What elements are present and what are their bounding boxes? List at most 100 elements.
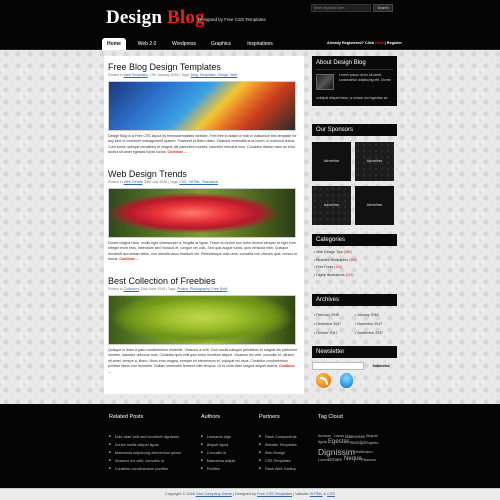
css-link[interactable]: CSS xyxy=(327,492,335,496)
archive-item[interactable]: • October 2047 xyxy=(314,331,337,335)
nav-graphics[interactable]: Graphics xyxy=(204,38,238,50)
tag-link[interactable]: Sapien xyxy=(366,440,378,445)
post-title[interactable]: Best Collection of Freebies xyxy=(108,276,300,286)
archive-item[interactable]: • December 2047 xyxy=(314,322,341,326)
search-button[interactable]: Search xyxy=(373,4,393,12)
category-item[interactable]: • Digital Illustrations (115) xyxy=(312,272,397,280)
post-body: Quisque in diam a justo condimentum mole… xyxy=(108,348,298,375)
partner-link[interactable]: CSS Templates xyxy=(259,458,291,463)
register-link[interactable]: Register xyxy=(387,41,402,45)
post-category-link[interactable]: Web Templates xyxy=(124,73,148,77)
archive-item[interactable]: • January 2048 xyxy=(355,313,378,317)
login-link[interactable]: Here xyxy=(375,41,383,45)
flower-image xyxy=(108,188,296,238)
category-count: (560) xyxy=(343,250,352,254)
tag-link[interactable]: Vestibulum xyxy=(354,450,373,454)
newsletter-title: Newsletter xyxy=(312,346,397,358)
related-post-link[interactable]: Vivamus leo velit, convallis id xyxy=(109,458,164,463)
tag-link[interactable]: Rhoncus xyxy=(361,458,376,462)
search-input[interactable]: Enter keyword here... xyxy=(311,4,371,12)
tag-link[interactable]: Suscipit xyxy=(350,440,366,445)
author-link[interactable]: Maecenas adipis xyxy=(201,458,236,463)
post-meta: Posted in Web Trends, 28th July 2046 | T… xyxy=(108,180,300,185)
archive-label: February 2048 xyxy=(316,313,339,317)
partner-link[interactable]: Web Design xyxy=(259,450,286,455)
tag-link[interactable]: Aenean xyxy=(318,434,331,438)
partner-link[interactable]: Flash Components xyxy=(259,434,297,439)
post-title[interactable]: Free Blog Design Templates xyxy=(108,62,300,72)
ad-slot[interactable]: Advertise xyxy=(312,186,351,225)
nav-inspirations[interactable]: Inspirations xyxy=(240,38,280,50)
about-text: Lorem ipsum dolor sit amet, consectetur … xyxy=(339,73,392,82)
newsletter-email-input[interactable] xyxy=(312,362,364,370)
category-name: Beautiful Wallpapers xyxy=(316,257,350,262)
xhtml-link[interactable]: XHTML xyxy=(310,492,323,496)
archive-item[interactable]: • February 2048 xyxy=(314,313,339,317)
continue-link[interactable]: Continue ... xyxy=(168,150,188,154)
copyright-text: Copyright © 2046 Your Company Name | Des… xyxy=(0,492,500,496)
tag-link[interactable]: Lacus xyxy=(334,434,344,438)
logo-text: Design xyxy=(106,7,168,28)
about-thumbnail xyxy=(316,74,334,90)
archive-item[interactable]: • September 2047 xyxy=(355,331,383,335)
meta-prefix: Posted in xyxy=(108,180,124,184)
archive-label: November 2047 xyxy=(357,322,383,326)
copyright-prefix: Copyright © 2046 xyxy=(165,492,196,496)
related-post-link[interactable]: Curabitur condimentum porttitor xyxy=(109,466,168,471)
category-item[interactable]: • Beautiful Wallpapers (590) xyxy=(312,257,397,265)
post-tags-link[interactable]: Photos, Photography, Free Stuff xyxy=(177,287,227,291)
company-link[interactable]: Your Company Name xyxy=(196,492,232,496)
ad-slot[interactable]: Advertise xyxy=(355,142,394,181)
rss-icon[interactable] xyxy=(316,373,331,388)
registration-line: Already Registered? Click Here | Registe… xyxy=(327,41,402,45)
registration-prefix: Already Registered? Click xyxy=(327,41,376,45)
tag-link[interactable]: Aliquet xyxy=(366,434,378,438)
partner-link[interactable]: Flash Web Gallery xyxy=(259,466,296,471)
blog-post: Web Design Trends Posted in Web Trends, … xyxy=(108,169,300,276)
tag-link[interactable]: Ornare xyxy=(328,457,342,462)
continue-link[interactable]: Continue ... xyxy=(119,257,139,261)
related-posts-title: Related Posts xyxy=(109,414,144,420)
category-item[interactable]: • Web Design Tips (560) xyxy=(312,249,397,257)
category-name: Digital Illustrations xyxy=(316,272,346,277)
authors-title: Authors xyxy=(201,414,220,420)
post-tags-link[interactable]: Blog, Templates, Design, Web xyxy=(191,73,238,77)
author-link[interactable]: Aliquet ligula xyxy=(201,442,229,447)
tag-link[interactable]: Egestas xyxy=(328,439,350,445)
meta-rest: , 26th June 2046 | Tags: xyxy=(138,287,178,291)
meta-rest: , 28th July 2046 | Tags: xyxy=(142,180,180,184)
nav-wordpress[interactable]: Wordpress xyxy=(164,38,204,50)
post-body-text: Design Blog is a Free CSS layout by free… xyxy=(108,134,297,155)
post-meta: Posted in Collection, 26th June 2046 | T… xyxy=(108,287,300,292)
archives-title: Archives xyxy=(312,294,397,306)
site-logo[interactable]: Design Blog xyxy=(106,7,205,29)
subscribe-button[interactable]: Subscribe xyxy=(367,362,395,370)
category-item[interactable]: • Free Fonts (120) xyxy=(312,264,397,272)
ad-slot[interactable]: Advertise xyxy=(355,186,394,225)
post-category-link[interactable]: Collection xyxy=(124,287,139,291)
main-content: Free Blog Design Templates Posted in Web… xyxy=(104,56,304,394)
post-title[interactable]: Web Design Trends xyxy=(108,169,300,179)
designer-link[interactable]: Free CSS Templates xyxy=(257,492,292,496)
archive-label: September 2047 xyxy=(357,331,384,335)
nav-home[interactable]: Home xyxy=(102,38,126,50)
post-tags-link[interactable]: CSS, XHTML, Standards xyxy=(179,180,218,184)
ad-slot[interactable]: Advertise xyxy=(312,142,351,181)
related-post-link[interactable]: Duis vitae velit sed hendrerit dignissim xyxy=(109,434,180,439)
archive-item[interactable]: • November 2047 xyxy=(355,322,382,326)
categories-box: Categories • Web Design Tips (560) • Bea… xyxy=(312,234,397,279)
copyright-bar: Copyright © 2046 Your Company Name | Des… xyxy=(0,488,500,500)
author-link[interactable]: Leonardo dign xyxy=(201,434,231,439)
author-link[interactable]: Porttitor xyxy=(201,466,220,471)
tag-cloud-title: Tag Cloud xyxy=(318,414,343,420)
post-category-link[interactable]: Web Trends xyxy=(124,180,143,184)
author-link[interactable]: Convallis id xyxy=(201,450,226,455)
twitter-bird-icon[interactable] xyxy=(340,373,353,388)
tag-link[interactable]: ligula xyxy=(318,440,327,444)
partner-link[interactable]: Website Templates xyxy=(259,442,297,447)
sponsors-title: Our Sponsors xyxy=(312,124,397,136)
tag-link[interactable]: Neque xyxy=(344,456,362,462)
related-post-link[interactable]: Maecenas adipiscing elementum ipsum xyxy=(109,450,181,455)
related-post-link[interactable]: Donec mollis aliquet ligula xyxy=(109,442,159,447)
nav-web20[interactable]: Web 2.0 xyxy=(130,38,164,50)
